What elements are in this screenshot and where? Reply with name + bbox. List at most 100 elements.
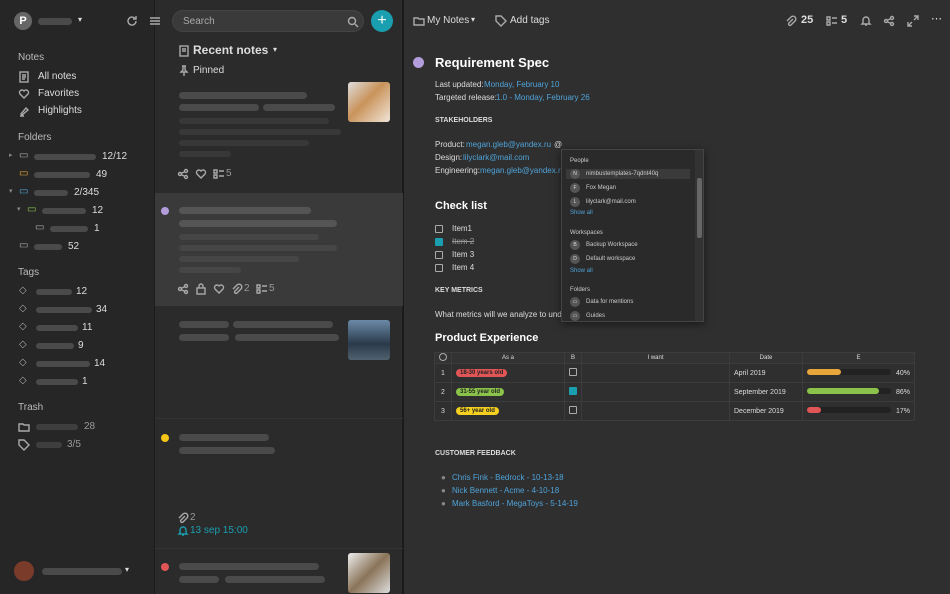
mention-person[interactable]: Llilyclark@mail.com <box>570 197 636 207</box>
search-icon[interactable] <box>347 16 359 28</box>
engineering-email[interactable]: megan.gleb@yandex.ru <box>480 166 565 175</box>
checklist-item[interactable]: Item 4 <box>435 263 555 275</box>
mention-workspace[interactable]: D Default workspace <box>570 254 635 264</box>
chevron-icon[interactable]: ▸ <box>9 151 13 159</box>
note-card[interactable]: 5 <box>155 82 403 193</box>
sidebar-folder[interactable]: ▭ 52 <box>0 238 155 256</box>
feedback-link[interactable]: Chris Fink - Bedrock - 10-13-18 <box>452 473 564 482</box>
search-box[interactable] <box>172 10 364 32</box>
tag-cell[interactable]: 56+ year old <box>451 401 565 421</box>
tag-cell[interactable]: 31-55 year old <box>451 382 565 402</box>
feedback-link[interactable]: Nick Bennett - Acme - 4-10-18 <box>452 486 559 495</box>
note-card[interactable] <box>155 306 403 418</box>
chevron-down-icon[interactable]: ▾ <box>471 15 475 24</box>
mention-folder[interactable]: ▭ Guides <box>570 311 605 321</box>
date-cell[interactable]: April 2019 <box>729 363 803 383</box>
mention-person[interactable]: F Fox Megan <box>570 183 616 193</box>
date-cell[interactable]: December 2019 <box>729 401 803 421</box>
progress-cell[interactable]: 86% <box>802 382 915 402</box>
progress-cell[interactable]: 40% <box>802 363 915 383</box>
product-email[interactable]: megan.gleb@yandex.ru <box>466 140 551 149</box>
note-card[interactable] <box>155 548 403 594</box>
mention-trigger[interactable]: @ <box>554 140 562 149</box>
sidebar-tag[interactable]: ◇ 34 <box>0 301 155 319</box>
workspace-name[interactable] <box>38 18 72 25</box>
more-icon[interactable]: ⋯ <box>931 12 942 25</box>
trash-item[interactable]: 3/5 <box>0 436 155 454</box>
want-cell[interactable] <box>581 401 730 421</box>
checklist-icon[interactable] <box>826 15 838 27</box>
attachment-icon[interactable] <box>785 15 797 27</box>
checklist-item[interactable]: Item 3 <box>435 250 555 262</box>
checkbox-cell[interactable] <box>564 382 582 402</box>
color-dot[interactable] <box>413 57 424 68</box>
feedback-item[interactable]: ● Mark Basford - MegaToys - 5-14-19 <box>441 499 641 511</box>
sidebar-item-favorites[interactable]: Favorites <box>0 85 155 103</box>
workspace-avatar[interactable]: P <box>14 12 32 30</box>
checkbox[interactable] <box>435 225 443 233</box>
scrollbar[interactable] <box>695 150 703 321</box>
sync-icon[interactable] <box>126 15 138 27</box>
show-all-link[interactable]: Show all <box>570 268 593 274</box>
trash-item[interactable]: 28 <box>0 418 155 436</box>
want-cell[interactable] <box>581 382 730 402</box>
metrics-text[interactable]: What metrics will we analyze to und <box>435 310 562 319</box>
notes-list-title[interactable]: Recent notes <box>193 43 268 57</box>
column-header[interactable]: As a <box>451 352 565 364</box>
checkbox[interactable] <box>569 387 577 395</box>
bell-icon[interactable] <box>860 15 872 27</box>
chevron-down-icon[interactable]: ▾ <box>273 45 277 54</box>
lock-icon[interactable] <box>195 283 207 295</box>
search-input[interactable] <box>173 11 333 32</box>
sidebar-tag[interactable]: ◇ 12 <box>0 283 155 301</box>
checkbox[interactable] <box>435 264 443 272</box>
sidebar-folder[interactable]: ▾ ▭ 12 <box>0 202 155 220</box>
sidebar-tag[interactable]: ◇ 14 <box>0 355 155 373</box>
checklist-item[interactable]: Item1 <box>435 224 555 236</box>
add-tags-button[interactable]: Add tags <box>510 15 549 26</box>
share-icon[interactable] <box>177 168 189 180</box>
checkbox-cell[interactable] <box>564 363 582 383</box>
feedback-item[interactable]: ● Nick Bennett - Acme - 4-10-18 <box>441 486 641 498</box>
chevron-icon[interactable]: ▾ <box>9 187 13 195</box>
sidebar-folder[interactable]: ▸ ▭ 12/12 <box>0 148 155 166</box>
last-updated-date[interactable]: Monday, February 10 <box>484 80 559 89</box>
sidebar-tag[interactable]: ◇ 1 <box>0 373 155 391</box>
chevron-down-icon[interactable]: ▾ <box>125 565 129 574</box>
sidebar-tag[interactable]: ◇ 11 <box>0 319 155 337</box>
checkbox[interactable] <box>435 251 443 259</box>
checkbox[interactable] <box>435 238 443 246</box>
add-note-button[interactable]: + <box>371 10 393 32</box>
sidebar-item-highlights[interactable]: Highlights <box>0 102 155 120</box>
note-card[interactable]: 2 13 sep 15:00 <box>155 418 403 546</box>
mention-workspace[interactable]: B Backup Workspace <box>570 240 638 250</box>
checklist-item[interactable]: Item 2 <box>435 237 555 249</box>
select-all-cell[interactable] <box>434 352 452 364</box>
date-cell[interactable]: September 2019 <box>729 382 803 402</box>
user-avatar[interactable] <box>14 561 34 581</box>
want-cell[interactable] <box>581 363 730 383</box>
design-email[interactable]: lilyclark@mail.com <box>463 153 529 162</box>
note-card-selected[interactable]: 2 5 <box>155 193 403 306</box>
sidebar-folder[interactable]: ▭ 1 <box>0 220 155 238</box>
heart-icon[interactable] <box>213 283 225 295</box>
sidebar-tag[interactable]: ◇ 9 <box>0 337 155 355</box>
folder-selector[interactable]: My Notes <box>427 15 469 26</box>
share-icon[interactable] <box>177 283 189 295</box>
chevron-down-icon[interactable]: ▾ <box>78 15 82 24</box>
column-header[interactable]: I want <box>581 352 730 364</box>
expand-icon[interactable] <box>907 15 919 27</box>
show-all-link[interactable]: Show all <box>570 210 593 216</box>
tag-cell[interactable]: 18-30 years old <box>451 363 565 383</box>
sidebar-item-all-notes[interactable]: All notes <box>0 68 155 86</box>
mention-folder[interactable]: ▭ Data for mentions <box>570 297 633 307</box>
chevron-icon[interactable]: ▾ <box>17 205 21 213</box>
column-header[interactable]: B <box>564 352 582 364</box>
targeted-release[interactable]: 1.0 - Monday, February 26 <box>496 93 590 102</box>
sidebar-folder[interactable]: ▾ ▭ 2/345 <box>0 184 155 202</box>
column-header[interactable]: Date <box>729 352 803 364</box>
user-name[interactable] <box>42 568 122 575</box>
column-header[interactable]: E <box>802 352 915 364</box>
checkbox-cell[interactable] <box>564 401 582 421</box>
menu-icon[interactable] <box>149 15 161 27</box>
